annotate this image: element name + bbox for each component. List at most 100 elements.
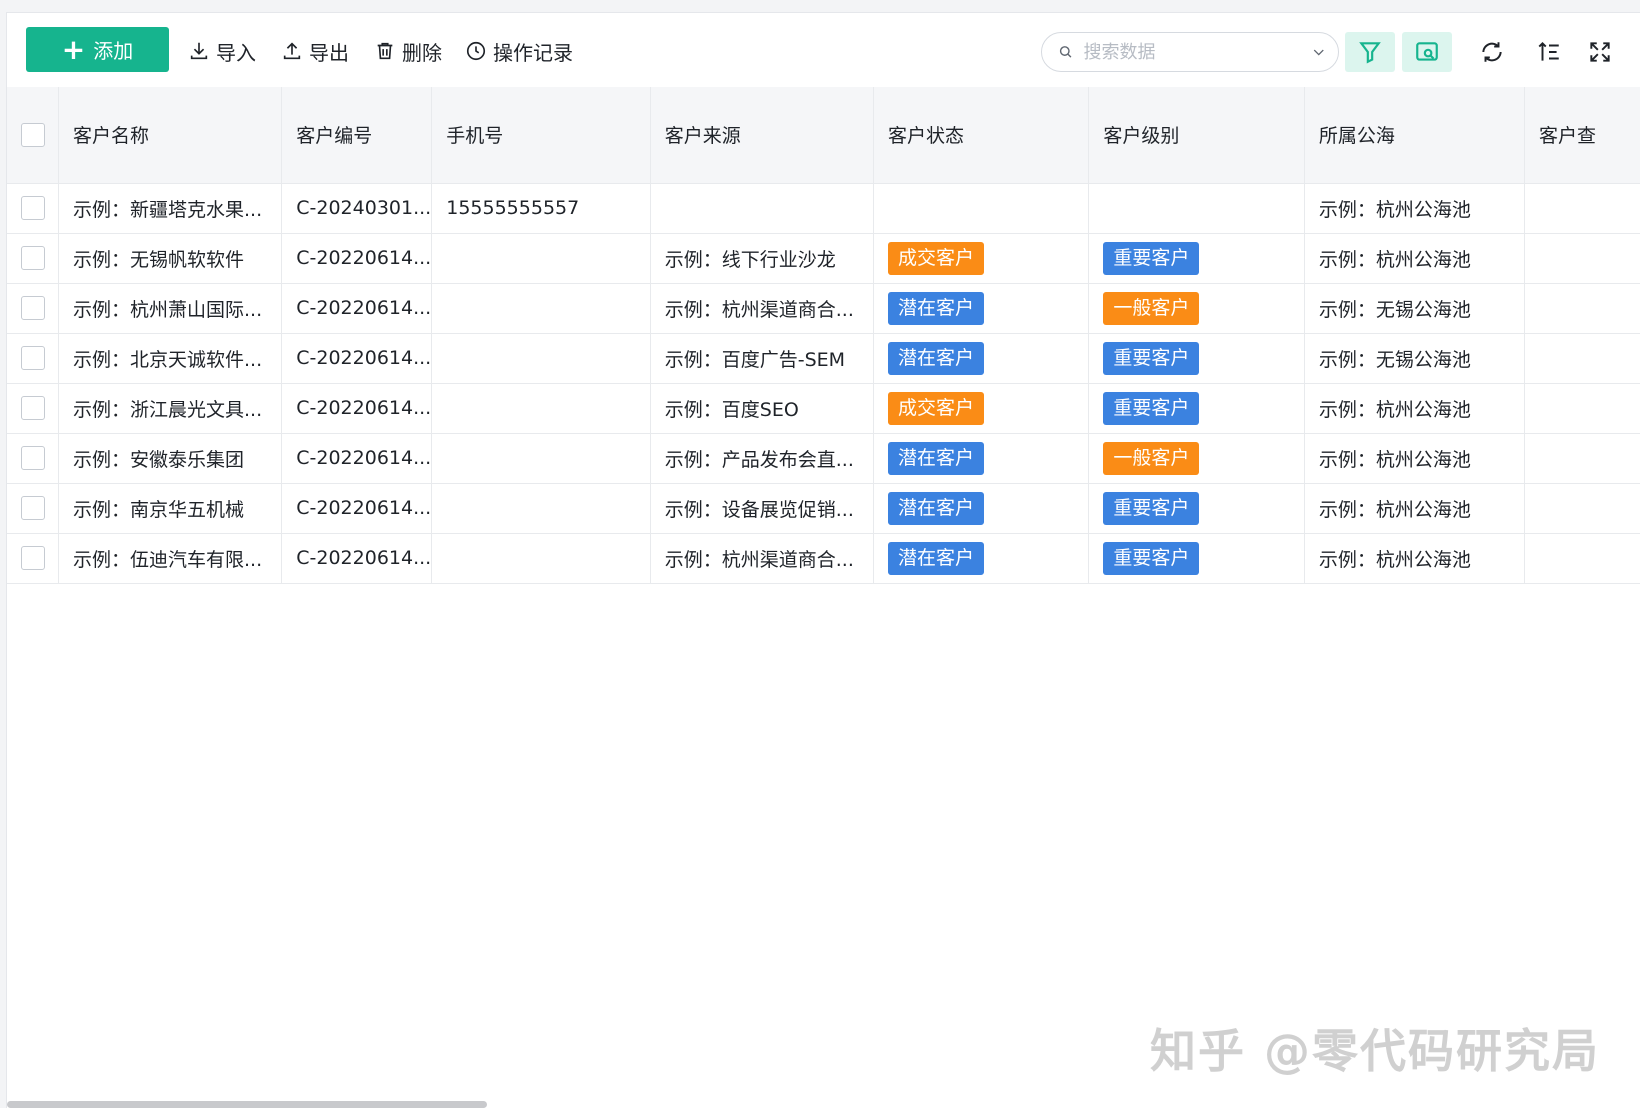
add-button[interactable]: + 添加 <box>26 27 169 72</box>
refresh-button[interactable] <box>1467 32 1517 72</box>
row-checkbox[interactable] <box>20 446 45 470</box>
cell-customer-code: C-20220614... <box>281 483 433 534</box>
table-row[interactable]: 示例：南京华五机械 C-20220614... 示例：设备展览促销... 潜在客户 重要… <box>7 483 1640 534</box>
phone-number: 15555555557 <box>446 197 580 219</box>
cell-pool: 示例：杭州公海池 <box>1304 233 1525 284</box>
cell-customer-name[interactable]: 示例：浙江晨光文具... <box>58 383 283 434</box>
cell-source: 示例：线下行业沙龙 <box>650 233 875 284</box>
cell-pool: 示例：杭州公海池 <box>1304 483 1525 534</box>
customer-code: C-20220614... <box>296 297 432 319</box>
public-pool: 示例：杭州公海池 <box>1318 448 1471 471</box>
delete-button[interactable]: 删除 <box>374 37 442 65</box>
row-checkbox[interactable] <box>20 196 45 220</box>
cell-customer-name[interactable]: 示例：伍迪汽车有限... <box>58 533 283 584</box>
column-header[interactable]: 所属公海 <box>1304 87 1525 184</box>
row-checkbox[interactable] <box>20 496 45 520</box>
column-header[interactable]: 手机号 <box>431 87 651 184</box>
cell-overflow <box>1524 333 1640 384</box>
select-all-cell <box>7 87 60 184</box>
table-row[interactable]: 示例：杭州萧山国际... C-20220614... 示例：杭州渠道商合... 潜在客… <box>7 283 1640 334</box>
upload-icon <box>283 42 301 60</box>
cell-customer-name[interactable]: 示例：北京天诚软件... <box>58 333 283 384</box>
search-box[interactable] <box>1041 32 1339 72</box>
row-checkbox[interactable] <box>20 296 45 320</box>
cell-customer-name[interactable]: 示例：新疆塔克水果... <box>58 183 283 234</box>
column-header[interactable]: 客户名称 <box>58 87 283 184</box>
customer-code: C-20220614... <box>296 497 432 519</box>
cell-customer-name[interactable]: 示例：安徽泰乐集团 <box>58 433 283 484</box>
cell-level: 重要客户 <box>1088 533 1305 584</box>
chevron-down-icon[interactable] <box>1311 43 1327 61</box>
column-header[interactable]: 客户级别 <box>1088 87 1305 184</box>
trash-icon <box>377 42 393 60</box>
cell-phone <box>431 483 651 534</box>
cell-customer-code: C-20220614... <box>281 433 433 484</box>
cell-customer-code: C-20220614... <box>281 233 433 284</box>
status-badge: 潜在客户 <box>888 491 985 525</box>
fullscreen-button[interactable] <box>1575 32 1625 72</box>
table-row[interactable]: 示例：无锡帆软软件 C-20220614... 示例：线下行业沙龙 成交客户 重要客户 示… <box>7 233 1640 284</box>
column-header[interactable]: 客户来源 <box>650 87 875 184</box>
export-button[interactable]: 导出 <box>281 37 349 65</box>
level-badge: 重要客户 <box>1103 341 1200 375</box>
select-all-checkbox[interactable] <box>20 122 45 147</box>
column-header[interactable]: 客户状态 <box>873 87 1090 184</box>
delete-label: 删除 <box>402 40 442 65</box>
row-select-cell <box>7 383 60 434</box>
view-settings-icon <box>1416 42 1438 61</box>
level-badge: 重要客户 <box>1103 491 1200 525</box>
public-pool: 示例：杭州公海池 <box>1318 548 1471 571</box>
sort-button[interactable] <box>1524 32 1574 72</box>
operation-log-label: 操作记录 <box>493 40 573 65</box>
cell-customer-name[interactable]: 示例：无锡帆软软件 <box>58 233 283 284</box>
cell-status: 潜在客户 <box>873 433 1090 484</box>
row-checkbox[interactable] <box>20 246 45 270</box>
row-select-cell <box>7 483 60 534</box>
import-button[interactable]: 导入 <box>188 37 256 65</box>
plus-icon: + <box>61 32 86 66</box>
cell-status: 潜在客户 <box>873 533 1090 584</box>
level-badge: 重要客户 <box>1103 541 1200 575</box>
cell-customer-name[interactable]: 示例：杭州萧山国际... <box>58 283 283 334</box>
cell-level: 重要客户 <box>1088 233 1305 284</box>
cell-level <box>1088 183 1305 234</box>
table-row[interactable]: 示例：新疆塔克水果... C-20240301... 15555555557 示例：杭… <box>7 183 1640 234</box>
cell-pool: 示例：无锡公海池 <box>1304 283 1525 334</box>
cell-customer-code: C-20220614... <box>281 283 433 334</box>
row-checkbox[interactable] <box>20 546 45 570</box>
cell-customer-code: C-20240301... <box>281 183 433 234</box>
table-row[interactable]: 示例：伍迪汽车有限... C-20220614... 示例：杭州渠道商合... 潜在客… <box>7 533 1640 584</box>
view-button[interactable] <box>1402 32 1452 72</box>
search-icon <box>1059 46 1072 58</box>
table-row[interactable]: 示例：浙江晨光文具... C-20220614... 示例：百度SEO 成交客户 重要客… <box>7 383 1640 434</box>
cell-customer-code: C-20220614... <box>281 533 433 584</box>
cell-level: 重要客户 <box>1088 333 1305 384</box>
customer-source: 示例：设备展览促销... <box>664 498 854 521</box>
cell-phone <box>431 283 651 334</box>
cell-customer-code: C-20220614... <box>281 383 433 434</box>
customer-source: 示例：杭州渠道商合... <box>664 548 854 571</box>
cell-overflow <box>1524 533 1640 584</box>
level-badge: 重要客户 <box>1103 241 1200 275</box>
customer-code: C-20220614... <box>296 247 432 269</box>
row-checkbox[interactable] <box>20 346 45 370</box>
cell-phone <box>431 433 651 484</box>
table-row[interactable]: 示例：安徽泰乐集团 C-20220614... 示例：产品发布会直... 潜在客户 一般… <box>7 433 1640 484</box>
watermark: 知乎 @零代码研究局 <box>1150 1024 1601 1078</box>
row-checkbox[interactable] <box>20 396 45 420</box>
cell-customer-name[interactable]: 示例：南京华五机械 <box>58 483 283 534</box>
sort-icon <box>1538 41 1559 61</box>
status-badge: 成交客户 <box>888 391 985 425</box>
search-input[interactable] <box>1081 40 1311 64</box>
operation-log-button[interactable]: 操作记录 <box>465 37 573 65</box>
cell-status: 潜在客户 <box>873 333 1090 384</box>
row-select-cell <box>7 333 60 384</box>
add-button-label: 添加 <box>93 39 134 63</box>
cell-status: 成交客户 <box>873 383 1090 434</box>
column-header[interactable]: 客户查 <box>1524 87 1640 184</box>
table-row[interactable]: 示例：北京天诚软件... C-20220614... 示例：百度广告-SEM 潜在客户… <box>7 333 1640 384</box>
customer-code: C-20220614... <box>296 447 432 469</box>
cell-source: 示例：设备展览促销... <box>650 483 875 534</box>
filter-button[interactable] <box>1345 32 1395 72</box>
column-header[interactable]: 客户编号 <box>281 87 433 184</box>
